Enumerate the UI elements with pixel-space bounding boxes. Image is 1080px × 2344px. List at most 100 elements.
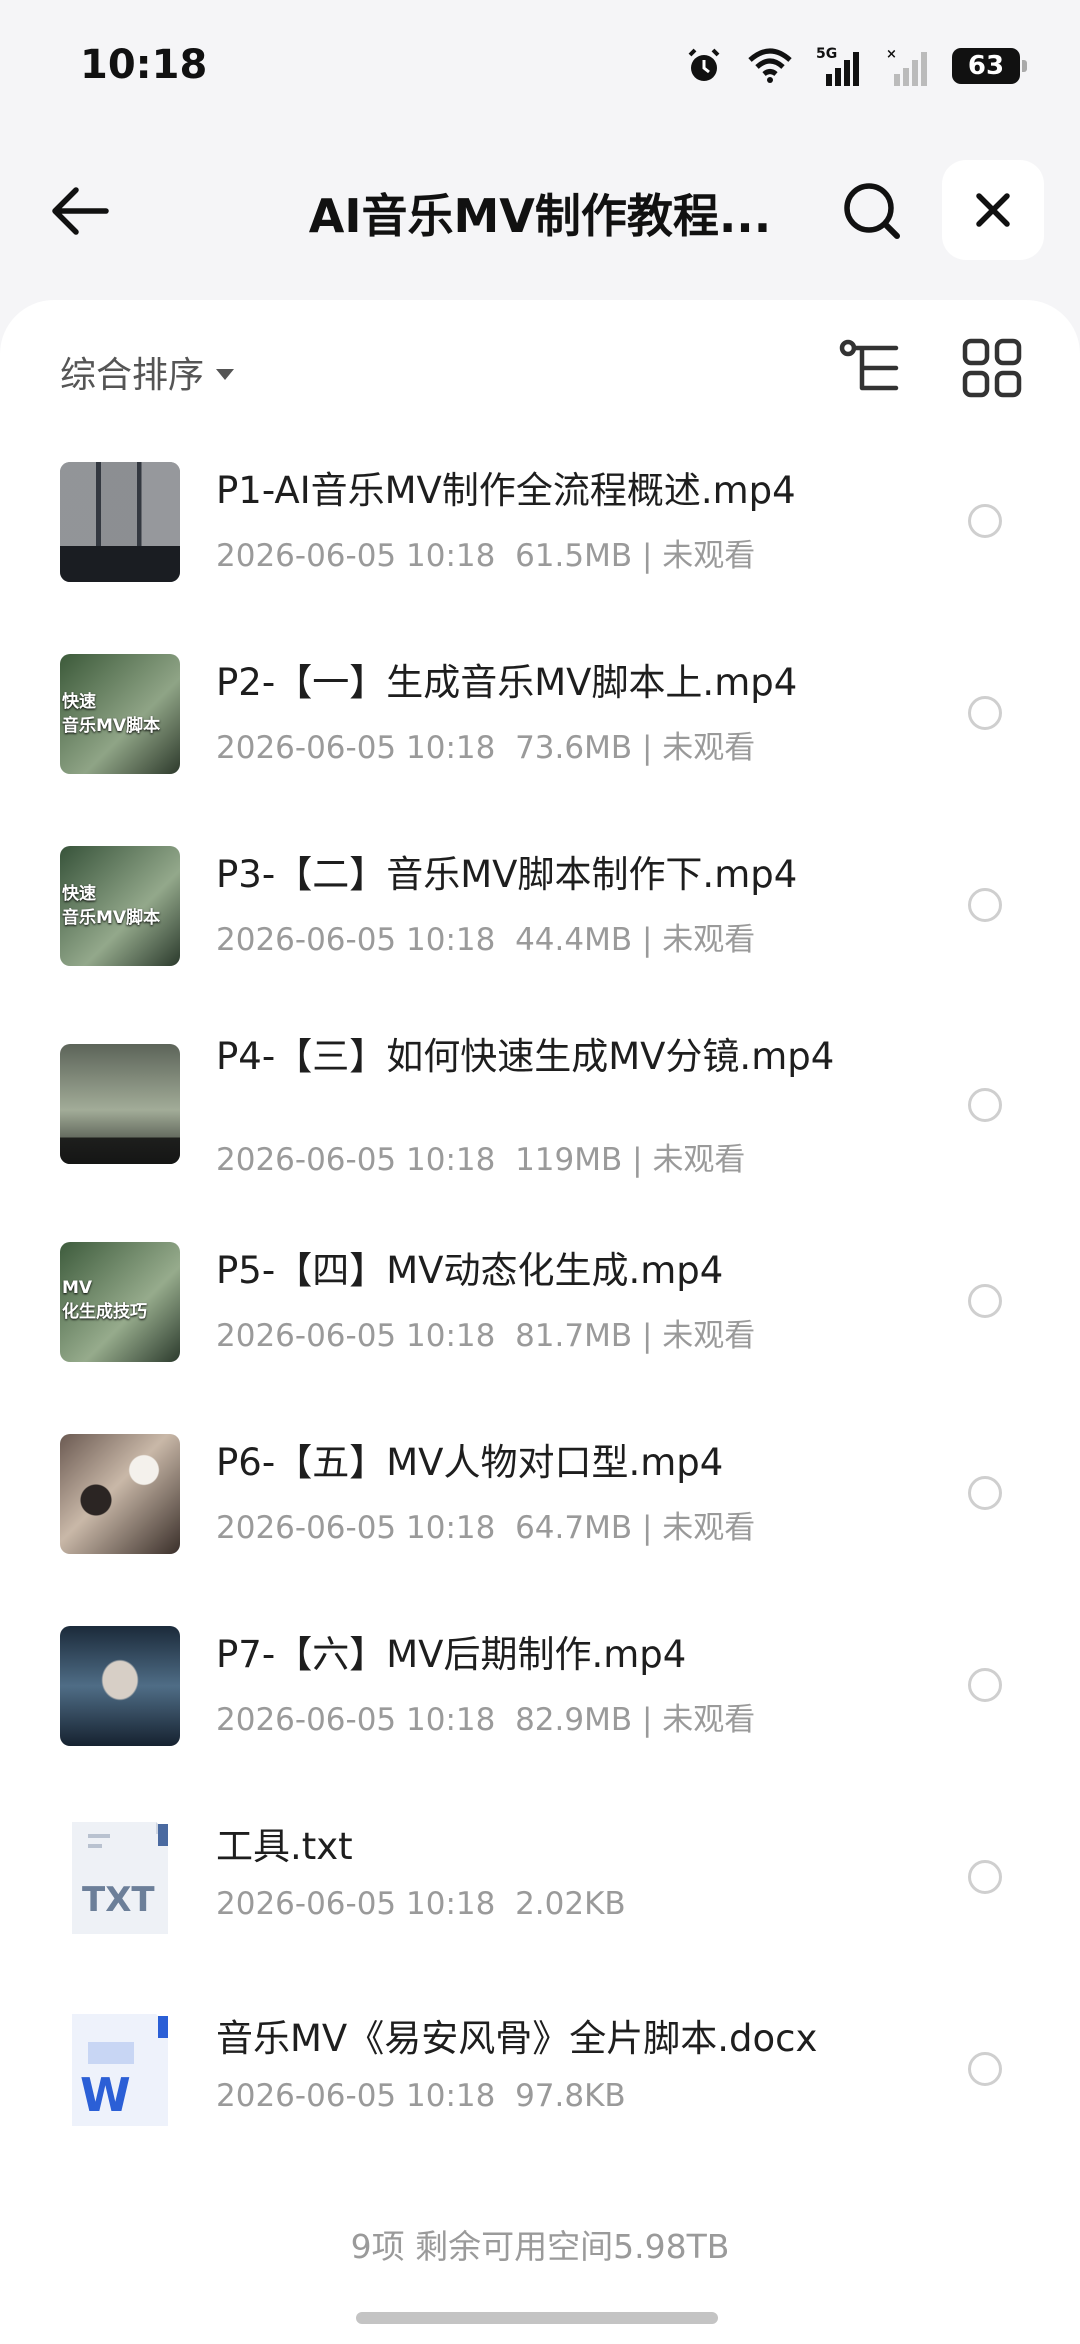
watch-status: 未观看 — [662, 922, 756, 958]
file-size: 73.6MB — [515, 730, 633, 766]
file-meta: 2026-06-05 10:18 64.7MB | 未观看 — [216, 1510, 756, 1546]
status-time: 10:18 — [80, 42, 208, 88]
watch-status: 未观看 — [652, 1142, 746, 1178]
file-meta: 2026-06-05 10:18 97.8KB — [216, 2078, 626, 2114]
thumbnail-caption: 快速 音乐MV脚本 — [62, 692, 161, 736]
page-title: AI音乐MV制作教程... — [308, 189, 772, 243]
select-radio[interactable] — [968, 1668, 1002, 1702]
file-row[interactable]: P1-AI音乐MV制作全流程概述.mp4 2026-06-05 10:18 61… — [0, 432, 1080, 612]
arrow-left-icon — [52, 187, 109, 235]
select-radio[interactable] — [968, 1284, 1002, 1318]
video-thumbnail — [60, 1626, 180, 1746]
file-name: 工具.txt — [216, 1825, 353, 1868]
file-meta: 2026-06-05 10:18 73.6MB | 未观看 — [216, 730, 756, 766]
select-radio[interactable] — [968, 1088, 1002, 1122]
select-radio[interactable] — [968, 1476, 1002, 1510]
file-row[interactable]: 快速 音乐MV脚本 P2-【一】生成音乐MV脚本上.mp4 2026-06-05… — [0, 624, 1080, 804]
file-name: 音乐MV《易安风骨》全片脚本.docx — [216, 2017, 818, 2060]
docx-file-icon: W — [60, 2010, 180, 2130]
select-radio[interactable] — [968, 696, 1002, 730]
file-row[interactable]: MV 化生成技巧 P5-【四】MV动态化生成.mp4 2026-06-05 10… — [0, 1212, 1080, 1392]
video-thumbnail — [60, 1434, 180, 1554]
file-row[interactable]: TXT 工具.txt 2026-06-05 10:18 2.02KB — [0, 1788, 1080, 1968]
status-icons: 5G × 63 — [684, 44, 1027, 88]
file-row[interactable]: P6-【五】MV人物对口型.mp4 2026-06-05 10:18 64.7M… — [0, 1404, 1080, 1584]
sort-label: 综合排序 — [60, 355, 205, 396]
sort-dropdown[interactable]: 综合排序 — [60, 346, 235, 398]
signal-5g-icon: 5G — [816, 46, 859, 86]
file-meta: 2026-06-05 10:18 82.9MB | 未观看 — [216, 1702, 756, 1738]
thumbnail-caption: 快速 音乐MV脚本 — [62, 884, 161, 928]
file-meta: 2026-06-05 10:18 44.4MB | 未观看 — [216, 922, 756, 958]
file-date: 2026-06-05 10:18 — [216, 730, 496, 766]
file-meta: 2026-06-05 10:18 2.02KB — [216, 1886, 626, 1922]
txt-label: TXT — [82, 1880, 155, 1920]
file-meta: 2026-06-05 10:18 119MB | 未观看 — [216, 1142, 746, 1178]
video-thumbnail — [60, 462, 180, 582]
battery-icon: 63 — [952, 48, 1027, 84]
file-size: 61.5MB — [515, 538, 633, 574]
file-name: P4-【三】如何快速生成MV分镜.mp4 — [216, 1035, 835, 1078]
file-size: 44.4MB — [515, 922, 633, 958]
file-size: 64.7MB — [515, 1510, 633, 1546]
file-name: P5-【四】MV动态化生成.mp4 — [216, 1249, 724, 1292]
file-name: P6-【五】MV人物对口型.mp4 — [216, 1441, 724, 1484]
file-date: 2026-06-05 10:18 — [216, 538, 496, 574]
file-meta: 2026-06-05 10:18 81.7MB | 未观看 — [216, 1318, 756, 1354]
file-date: 2026-06-05 10:18 — [216, 1318, 496, 1354]
txt-document-icon — [72, 1822, 168, 1934]
file-date: 2026-06-05 10:18 — [216, 922, 496, 958]
file-name: P3-【二】音乐MV脚本制作下.mp4 — [216, 853, 798, 896]
search-icon — [844, 183, 900, 239]
video-thumbnail: 快速 音乐MV脚本 — [60, 846, 180, 966]
file-name: P1-AI音乐MV制作全流程概述.mp4 — [216, 469, 796, 512]
txt-file-icon: TXT — [60, 1818, 180, 1938]
storage-summary: 9项 剩余可用空间5.98TB — [350, 2227, 730, 2266]
video-thumbnail — [60, 1044, 180, 1164]
back-button[interactable] — [40, 176, 120, 246]
file-size: 2.02KB — [515, 1886, 626, 1922]
file-row[interactable]: P7-【六】MV后期制作.mp4 2026-06-05 10:18 82.9MB… — [0, 1596, 1080, 1776]
caret-down-icon — [216, 368, 235, 380]
file-size: 81.7MB — [515, 1318, 633, 1354]
alarm-icon — [688, 48, 720, 81]
select-radio[interactable] — [968, 504, 1002, 538]
file-date: 2026-06-05 10:18 — [216, 1510, 496, 1546]
file-meta: 2026-06-05 10:18 61.5MB | 未观看 — [216, 538, 756, 574]
select-radio[interactable] — [968, 2052, 1002, 2086]
word-label: W — [80, 2068, 131, 2122]
file-date: 2026-06-05 10:18 — [216, 1702, 496, 1738]
close-icon — [976, 193, 1010, 227]
file-name: P2-【一】生成音乐MV脚本上.mp4 — [216, 661, 798, 704]
select-radio[interactable] — [968, 1860, 1002, 1894]
file-size: 119MB — [515, 1142, 623, 1178]
svg-text:×: × — [886, 47, 897, 62]
thumbnail-caption: MV 化生成技巧 — [62, 1278, 147, 1322]
home-indicator[interactable] — [356, 2312, 718, 2324]
select-radio[interactable] — [968, 888, 1002, 922]
file-size: 97.8KB — [515, 2078, 626, 2114]
file-date: 2026-06-05 10:18 — [216, 2078, 496, 2114]
wifi-icon — [748, 48, 792, 83]
watch-status: 未观看 — [662, 1318, 756, 1354]
watch-status: 未观看 — [662, 1510, 756, 1546]
tree-view-icon[interactable] — [838, 338, 902, 398]
signal-secondary-icon: × — [886, 47, 927, 86]
search-button[interactable] — [832, 176, 912, 246]
file-name: P7-【六】MV后期制作.mp4 — [216, 1633, 687, 1676]
grid-view-icon[interactable] — [962, 338, 1022, 398]
watch-status: 未观看 — [662, 730, 756, 766]
file-row[interactable]: P4-【三】如何快速生成MV分镜.mp4 2026-06-05 10:18 11… — [0, 1008, 1080, 1228]
video-thumbnail: 快速 音乐MV脚本 — [60, 654, 180, 774]
file-row[interactable]: 快速 音乐MV脚本 P3-【二】音乐MV脚本制作下.mp4 2026-06-05… — [0, 816, 1080, 996]
watch-status: 未观看 — [662, 538, 756, 574]
video-thumbnail: MV 化生成技巧 — [60, 1242, 180, 1362]
file-date: 2026-06-05 10:18 — [216, 1886, 496, 1922]
svg-text:5G: 5G — [816, 46, 837, 62]
watch-status: 未观看 — [662, 1702, 756, 1738]
close-button[interactable] — [942, 160, 1044, 260]
nav-bar: AI音乐MV制作教程... — [0, 150, 1080, 270]
file-date: 2026-06-05 10:18 — [216, 1142, 496, 1178]
file-row[interactable]: W 音乐MV《易安风骨》全片脚本.docx 2026-06-05 10:18 9… — [0, 1980, 1080, 2160]
file-size: 82.9MB — [515, 1702, 633, 1738]
